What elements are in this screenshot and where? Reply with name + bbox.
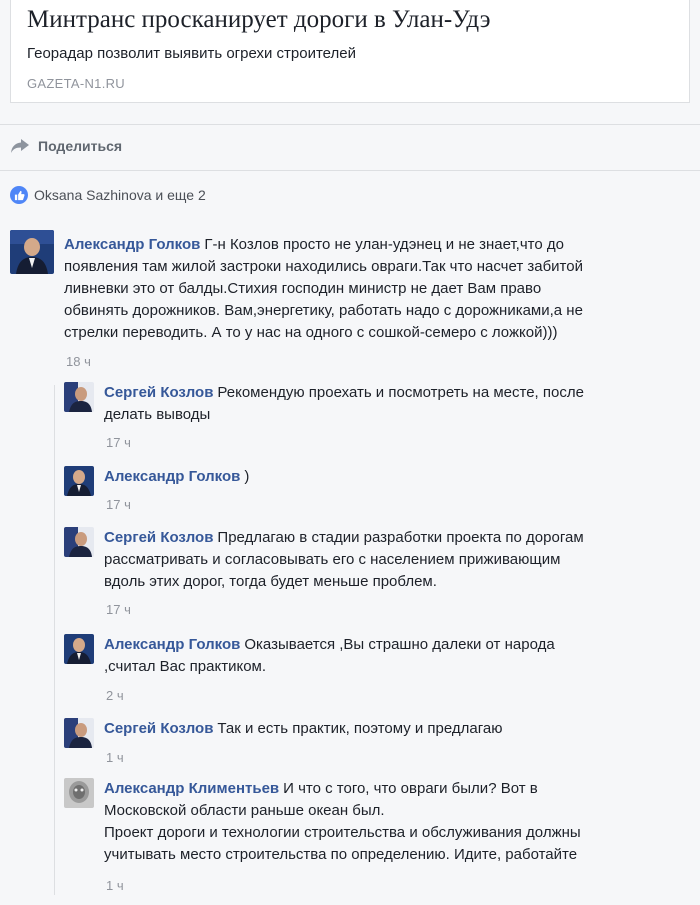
link-subtitle: Георадар позволит выявить огрехи строите… bbox=[27, 45, 356, 62]
reply-line: Проект дороги и технологии строительства… bbox=[104, 824, 581, 841]
avatar[interactable] bbox=[64, 466, 94, 496]
reply: Александр Голков) 17 ч bbox=[64, 466, 690, 516]
reply-line: вдоль этих дорог, тогда будет меньше про… bbox=[104, 573, 437, 590]
reply-line: делать выводы bbox=[104, 406, 211, 423]
comment-line: обвинять дорожников. Вам,энергетику, раб… bbox=[64, 302, 583, 319]
reply-author[interactable]: Сергей Козлов bbox=[104, 529, 213, 546]
reply-time[interactable]: 17 ч bbox=[106, 602, 131, 617]
reply-body: Сергей Козлов Так и есть практик, поэтому… bbox=[104, 720, 503, 737]
avatar[interactable] bbox=[64, 778, 94, 808]
avatar[interactable] bbox=[64, 634, 94, 664]
reply-time[interactable]: 17 ч bbox=[106, 435, 131, 450]
share-label: Поделиться bbox=[38, 138, 123, 154]
link-preview-card[interactable]: Минтранс просканирует дороги в Улан-Удэ … bbox=[10, 0, 690, 103]
comment-body: Александр Голков Г-н Козлов просто не ула… bbox=[64, 234, 690, 344]
reply-time[interactable]: 1 ч bbox=[106, 750, 124, 765]
comment-line: Александр Голков Г-н Козлов просто не ула… bbox=[64, 236, 564, 253]
likes-summary[interactable]: Oksana Sazhinova и еще 2 bbox=[10, 184, 206, 206]
reply: Сергей Козлов Предлагаю в стадии разработ… bbox=[64, 527, 690, 619]
reply-author[interactable]: Сергей Козлов bbox=[104, 720, 213, 737]
reply-time[interactable]: 2 ч bbox=[106, 688, 124, 703]
divider bbox=[0, 170, 700, 171]
comment-line: стрелки переводить. А то у нас на одного… bbox=[64, 324, 558, 341]
reply-author[interactable]: Сергей Козлов bbox=[104, 384, 213, 401]
reply-body: Александр Климентьев И что с того, что ов… bbox=[104, 778, 690, 866]
comment-line: появления там жилой застроки находились … bbox=[64, 258, 583, 275]
reply-author[interactable]: Александр Голков bbox=[104, 636, 240, 653]
avatar[interactable] bbox=[10, 230, 54, 274]
comment-line: ливневки это от балды.Стихия господин ми… bbox=[64, 280, 542, 297]
reply-line: учитывать место строительства по определ… bbox=[104, 846, 578, 863]
reply-body: Александр Голков) bbox=[104, 468, 250, 485]
reply-author[interactable]: Александр Климентьев bbox=[104, 780, 279, 797]
reply-body: Александр Голков Оказывается ,Вы страшно … bbox=[104, 634, 690, 678]
reply-thread-line bbox=[54, 385, 55, 895]
comment-author[interactable]: Александр Голков bbox=[64, 236, 200, 253]
reply: Александр Климентьев И что с того, что ов… bbox=[64, 778, 690, 898]
link-title[interactable]: Минтранс просканирует дороги в Улан-Удэ bbox=[27, 6, 490, 34]
reply: Сергей Козлов Рекомендую проехать и посмо… bbox=[64, 382, 690, 452]
avatar[interactable] bbox=[64, 382, 94, 412]
reply-line: рассматривать и согласовывать его с насе… bbox=[104, 551, 561, 568]
reply-body: Сергей Козлов Предлагаю в стадии разработ… bbox=[104, 527, 690, 593]
comment-time[interactable]: 18 ч bbox=[66, 354, 91, 369]
share-arrow-icon bbox=[11, 139, 29, 153]
link-domain: GAZETA-N1.RU bbox=[27, 76, 125, 91]
reply-line: Московской области раньше океан был. bbox=[104, 802, 385, 819]
reply-time[interactable]: 1 ч bbox=[106, 878, 124, 893]
reply-line: ,считал Вас практиком. bbox=[104, 658, 267, 675]
likes-text[interactable]: Oksana Sazhinova и еще 2 bbox=[34, 187, 206, 203]
reply: Александр Голков Оказывается ,Вы страшно … bbox=[64, 634, 690, 704]
comment: Александр Голков Г-н Козлов просто не ула… bbox=[10, 230, 690, 370]
avatar[interactable] bbox=[64, 718, 94, 748]
reply-time[interactable]: 17 ч bbox=[106, 497, 131, 512]
like-thumb-icon bbox=[10, 186, 28, 204]
share-button[interactable]: Поделиться bbox=[10, 136, 122, 156]
avatar[interactable] bbox=[64, 527, 94, 557]
reply: Сергей Козлов Так и есть практик, поэтому… bbox=[64, 718, 690, 768]
reply-author[interactable]: Александр Голков bbox=[104, 468, 240, 485]
divider bbox=[0, 124, 700, 125]
reply-body: Сергей Козлов Рекомендую проехать и посмо… bbox=[104, 382, 690, 426]
